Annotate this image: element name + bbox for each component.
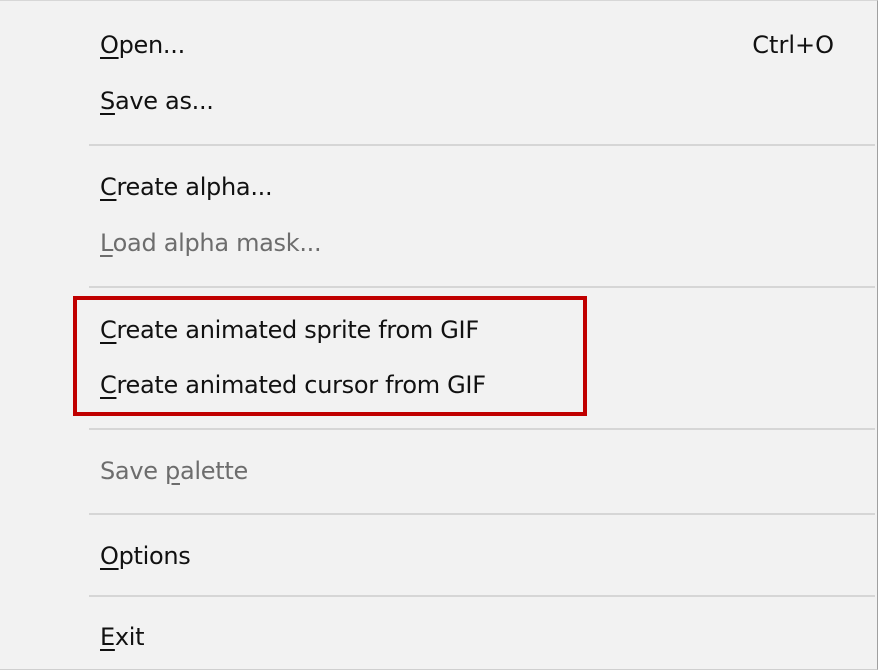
- menu-item-options[interactable]: Options: [0, 528, 877, 584]
- menu-item-open[interactable]: Open... Ctrl+O: [0, 17, 877, 73]
- menu-item-save-as-label: Save as...: [100, 87, 214, 115]
- menu-separator: [89, 286, 875, 288]
- menu-separator: [89, 428, 875, 430]
- menu-item-exit-label: Exit: [100, 623, 145, 651]
- menu-item-load-alpha-mask-label: Load alpha mask...: [100, 229, 322, 257]
- menu-item-create-alpha-label: Create alpha...: [100, 173, 273, 201]
- menu-separator: [89, 513, 875, 515]
- menu-separator: [89, 144, 875, 146]
- menu-item-save-palette: Save palette: [0, 443, 877, 499]
- menu-separator: [89, 595, 875, 597]
- menu-item-exit[interactable]: Exit: [0, 609, 877, 665]
- menu-item-create-alpha[interactable]: Create alpha...: [0, 159, 877, 215]
- menu-item-options-label: Options: [100, 542, 191, 570]
- menu-item-open-label: Open...: [100, 31, 185, 59]
- menu-item-save-as[interactable]: Save as...: [0, 73, 877, 129]
- context-menu: Open... Ctrl+O Save as... Create alpha..…: [0, 0, 878, 670]
- menu-item-open-shortcut: Ctrl+O: [752, 31, 834, 59]
- highlight-box: [73, 296, 587, 416]
- menu-item-load-alpha-mask: Load alpha mask...: [0, 215, 877, 271]
- menu-item-save-palette-label: Save palette: [100, 457, 248, 485]
